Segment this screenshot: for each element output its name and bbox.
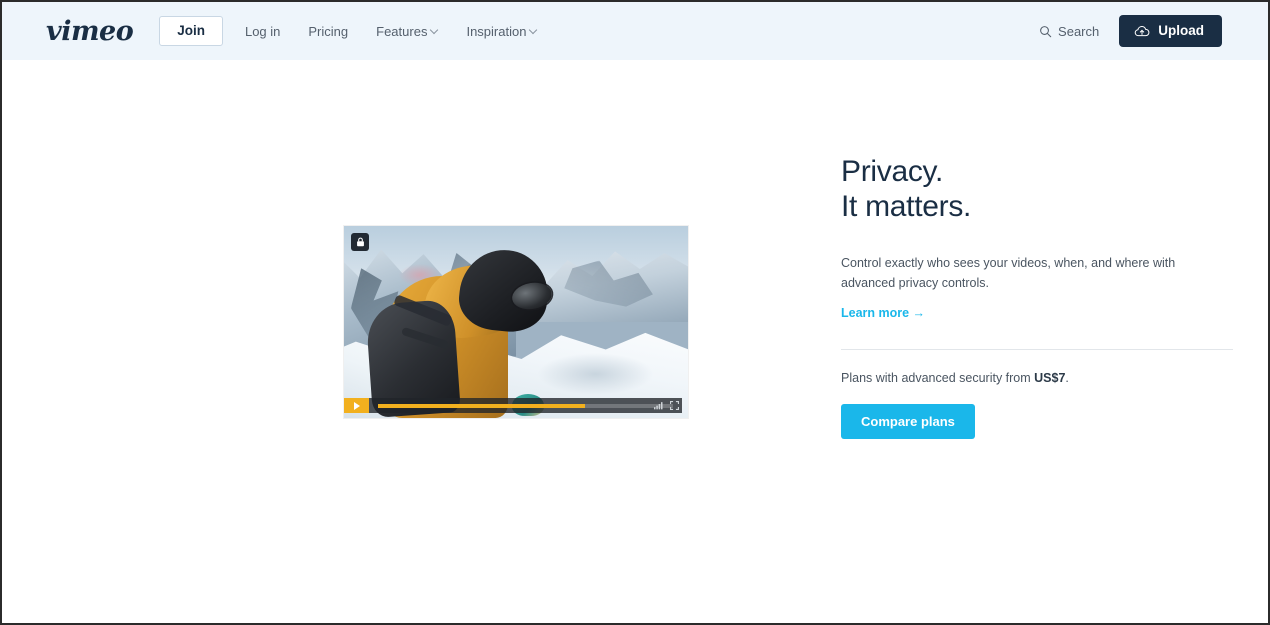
- vimeo-privacy-page: vimeo Join Log in Pricing Features Inspi…: [0, 0, 1270, 625]
- control-icons: [654, 401, 679, 410]
- nav-item-inspiration-label: Inspiration: [466, 23, 527, 39]
- nav-item-log-in[interactable]: Log in: [231, 17, 294, 46]
- private-lock-badge: [351, 233, 369, 251]
- nav-item-pricing-label: Pricing: [308, 23, 349, 39]
- main-content: Privacy. It matters. Control exactly who…: [2, 60, 1268, 623]
- primary-nav: Join Log in Pricing Features Inspiration: [159, 16, 551, 46]
- page-title: Privacy. It matters.: [841, 154, 1233, 224]
- chevron-down-icon: [431, 27, 438, 34]
- upload-button[interactable]: Upload: [1119, 15, 1222, 47]
- nav-item-inspiration[interactable]: Inspiration: [452, 17, 551, 46]
- join-button[interactable]: Join: [159, 16, 223, 46]
- plans-suffix: .: [1065, 370, 1069, 385]
- signal-bars-icon[interactable]: [654, 401, 664, 410]
- nav-item-features[interactable]: Features: [362, 17, 452, 46]
- progress-fill: [378, 403, 585, 408]
- plans-pricing-text: Plans with advanced security from US$7.: [841, 371, 1233, 385]
- header-actions: Search Upload: [1035, 15, 1222, 47]
- search-label: Search: [1058, 23, 1100, 39]
- snowboarder-figure: [364, 245, 565, 418]
- nav-item-features-label: Features: [376, 23, 428, 39]
- fullscreen-icon[interactable]: [670, 401, 679, 410]
- vimeo-logo[interactable]: vimeo: [46, 18, 134, 45]
- headline-line-2: It matters.: [841, 190, 972, 224]
- upload-label: Upload: [1158, 23, 1204, 39]
- promo-description: Control exactly who sees your videos, wh…: [841, 256, 1176, 290]
- video-player[interactable]: [344, 226, 688, 418]
- nav-item-log-in-label: Log in: [244, 23, 281, 39]
- compare-plans-button[interactable]: Compare plans: [841, 403, 975, 439]
- section-divider: [841, 348, 1233, 350]
- headline-line-1: Privacy.: [841, 155, 944, 188]
- plans-prefix: Plans with advanced security from: [841, 370, 1035, 385]
- promo-panel: Privacy. It matters. Control exactly who…: [841, 154, 1233, 439]
- search-icon: [1040, 25, 1052, 37]
- learn-more-link[interactable]: Learn more →: [841, 306, 925, 320]
- chevron-down-icon: [530, 27, 537, 34]
- play-button[interactable]: [344, 398, 369, 413]
- play-icon: [354, 401, 360, 410]
- nav-item-pricing[interactable]: Pricing: [294, 17, 362, 46]
- progress-bar[interactable]: [369, 398, 682, 413]
- cloud-upload-icon: [1135, 25, 1150, 36]
- padlock-icon: [356, 237, 364, 247]
- search-button[interactable]: Search: [1035, 18, 1103, 45]
- video-thumbnail: [344, 226, 688, 418]
- player-controls: [344, 398, 688, 413]
- site-header: vimeo Join Log in Pricing Features Inspi…: [2, 2, 1268, 60]
- plans-price: US$7: [1034, 370, 1066, 385]
- progress-track: [378, 403, 673, 408]
